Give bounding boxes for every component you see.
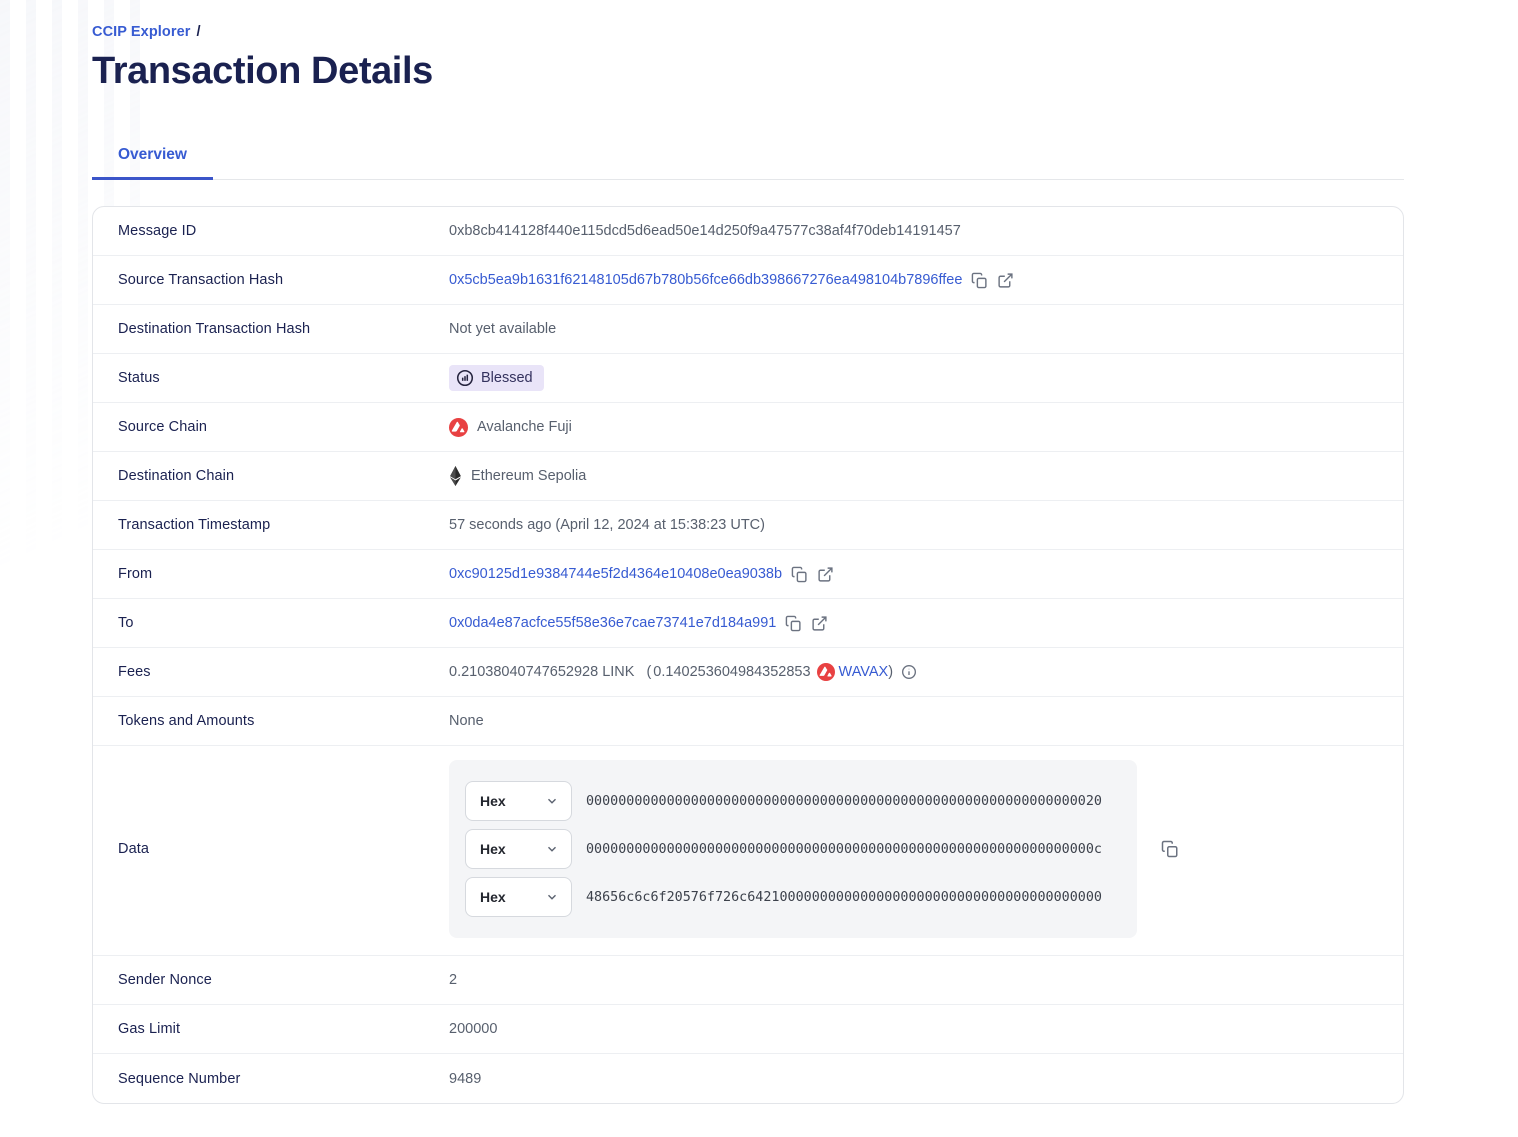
source-tx-hash-label: Source Transaction Hash <box>118 272 449 288</box>
copy-icon[interactable] <box>1161 840 1179 858</box>
row-source-chain: Source Chain Avalanche Fuji <box>93 403 1403 452</box>
message-id-label: Message ID <box>118 223 449 239</box>
hex-format-select[interactable]: Hex <box>465 781 572 821</box>
row-message-id: Message ID 0xb8cb414128f440e115dcd5d6ead… <box>93 207 1403 256</box>
row-gas-limit: Gas Limit 200000 <box>93 1005 1403 1054</box>
ethereum-logo-icon <box>449 466 462 486</box>
from-address-link[interactable]: 0xc90125d1e9384744e5f2d4364e10408e0ea903… <box>449 566 782 582</box>
row-sender-nonce: Sender Nonce 2 <box>93 956 1403 1005</box>
hex-format-select-value: Hex <box>480 841 506 857</box>
row-to: To 0x0da4e87acfce55f58e36e7cae73741e7d18… <box>93 599 1403 648</box>
row-dest-tx-hash: Destination Transaction Hash Not yet ava… <box>93 305 1403 354</box>
fees-link-amount: 0.21038040747652928 LINK <box>449 664 634 680</box>
timestamp-value: 57 seconds ago (April 12, 2024 at 15:38:… <box>449 517 785 533</box>
avalanche-logo-icon <box>817 663 835 681</box>
row-data: Data Hex 0000000000000000000000000000000… <box>93 746 1403 956</box>
avalanche-logo-icon <box>449 418 468 437</box>
tab-bar: Overview <box>92 135 1404 180</box>
hex-format-select[interactable]: Hex <box>465 829 572 869</box>
row-fees: Fees 0.21038040747652928 LINK ( 0.140253… <box>93 648 1403 697</box>
fees-value: 0.21038040747652928 LINK ( 0.14025360498… <box>449 663 917 681</box>
chevron-down-icon <box>545 842 559 856</box>
data-hex-line-3: 48656c6c6f20576f726c64210000000000000000… <box>586 890 1102 905</box>
message-id-value: 0xb8cb414128f440e115dcd5d6ead50e14d250f9… <box>449 223 981 239</box>
row-tokens-amounts: Tokens and Amounts None <box>93 697 1403 746</box>
chevron-down-icon <box>545 794 559 808</box>
breadcrumb: CCIP Explorer / <box>92 0 1404 40</box>
transaction-details-card: Message ID 0xb8cb414128f440e115dcd5d6ead… <box>92 206 1404 1104</box>
fees-label: Fees <box>118 664 449 680</box>
hex-format-select-value: Hex <box>480 889 506 905</box>
data-label: Data <box>118 841 449 857</box>
data-line: Hex 000000000000000000000000000000000000… <box>465 829 1121 869</box>
status-badge-text: Blessed <box>481 370 533 386</box>
copy-icon[interactable] <box>791 566 808 583</box>
dest-tx-hash-label: Destination Transaction Hash <box>118 321 449 337</box>
page-title: Transaction Details <box>92 50 1404 93</box>
copy-icon[interactable] <box>785 615 802 632</box>
tokens-amounts-value: None <box>449 713 504 729</box>
row-status: Status Blessed <box>93 354 1403 403</box>
hex-format-select-value: Hex <box>480 793 506 809</box>
info-icon[interactable] <box>901 664 917 680</box>
data-line: Hex 000000000000000000000000000000000000… <box>465 781 1121 821</box>
page-container: CCIP Explorer / Transaction Details Overv… <box>92 0 1404 1104</box>
row-timestamp: Transaction Timestamp 57 seconds ago (Ap… <box>93 501 1403 550</box>
source-chain-value: Avalanche Fuji <box>477 419 572 435</box>
to-label: To <box>118 615 449 631</box>
sender-nonce-label: Sender Nonce <box>118 972 449 988</box>
timestamp-label: Transaction Timestamp <box>118 517 449 533</box>
sender-nonce-value: 2 <box>449 972 477 988</box>
copy-icon[interactable] <box>971 272 988 289</box>
fees-paren-close: ) <box>888 664 893 680</box>
gas-limit-label: Gas Limit <box>118 1021 449 1037</box>
external-link-icon[interactable] <box>811 615 828 632</box>
gas-limit-value: 200000 <box>449 1021 517 1037</box>
dest-tx-hash-value: Not yet available <box>449 321 576 337</box>
sequence-number-value: 9489 <box>449 1071 501 1087</box>
data-hex-line-2: 0000000000000000000000000000000000000000… <box>586 842 1102 857</box>
tokens-amounts-label: Tokens and Amounts <box>118 713 449 729</box>
row-sequence-number: Sequence Number 9489 <box>93 1054 1403 1103</box>
row-dest-chain: Destination Chain Ethereum Sepolia <box>93 452 1403 501</box>
breadcrumb-ccip-explorer-link[interactable]: CCIP Explorer <box>92 24 191 40</box>
source-chain-label: Source Chain <box>118 419 449 435</box>
status-badge: Blessed <box>449 365 544 391</box>
fees-paren-open: ( <box>646 664 651 680</box>
dest-chain-label: Destination Chain <box>118 468 449 484</box>
sequence-number-label: Sequence Number <box>118 1071 449 1087</box>
external-link-icon[interactable] <box>997 272 1014 289</box>
to-address-link[interactable]: 0x0da4e87acfce55f58e36e7cae73741e7d184a9… <box>449 615 776 631</box>
tab-overview[interactable]: Overview <box>92 135 213 180</box>
wavax-token-link[interactable]: WAVAX <box>839 664 889 680</box>
from-label: From <box>118 566 449 582</box>
signal-bars-circle-icon <box>456 369 474 387</box>
source-tx-hash-link[interactable]: 0x5cb5ea9b1631f62148105d67b780b56fce66db… <box>449 272 962 288</box>
data-line: Hex 48656c6c6f20576f726c6421000000000000… <box>465 877 1121 917</box>
status-label: Status <box>118 370 449 386</box>
breadcrumb-separator: / <box>197 24 201 40</box>
row-source-tx-hash: Source Transaction Hash 0x5cb5ea9b1631f6… <box>93 256 1403 305</box>
data-hex-line-1: 0000000000000000000000000000000000000000… <box>586 794 1102 809</box>
row-from: From 0xc90125d1e9384744e5f2d4364e10408e0… <box>93 550 1403 599</box>
chevron-down-icon <box>545 890 559 904</box>
hex-format-select[interactable]: Hex <box>465 877 572 917</box>
fees-native-amount: 0.140253604984352853 <box>653 664 810 680</box>
data-hex-box: Hex 000000000000000000000000000000000000… <box>449 760 1137 938</box>
dest-chain-value: Ethereum Sepolia <box>471 468 586 484</box>
external-link-icon[interactable] <box>817 566 834 583</box>
